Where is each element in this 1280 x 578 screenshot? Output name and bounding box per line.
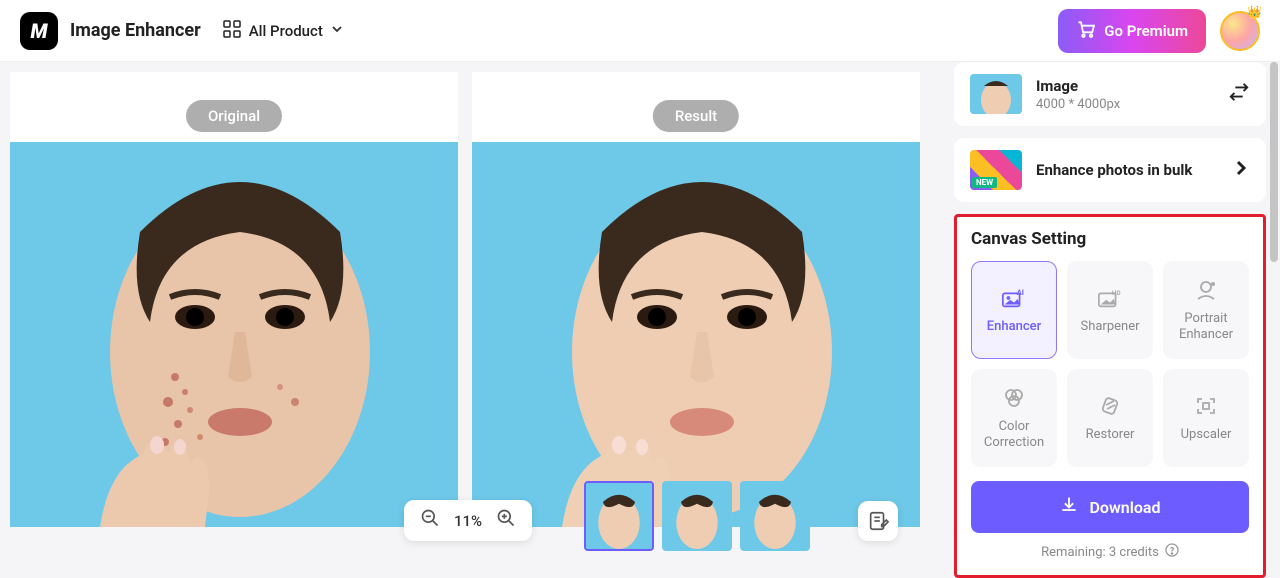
thumbnail-1[interactable] bbox=[584, 481, 654, 551]
tool-label: Restorer bbox=[1086, 427, 1135, 443]
canvas-area: Original bbox=[0, 62, 950, 559]
swap-icon[interactable] bbox=[1228, 81, 1250, 108]
all-product-label: All Product bbox=[249, 22, 323, 40]
tool-label: Upscaler bbox=[1181, 427, 1232, 443]
right-sidebar: Image 4000 * 4000px NEW Enhance photos i… bbox=[950, 62, 1280, 559]
header-left: M Image Enhancer All Product bbox=[20, 12, 343, 50]
tool-portrait-enhancer[interactable]: Portrait Enhancer bbox=[1163, 261, 1249, 359]
sharpener-icon: HD bbox=[1097, 287, 1123, 309]
zoom-in-button[interactable] bbox=[496, 508, 516, 533]
canvas-setting-panel: Canvas Setting AI Enhancer HD Sharpener … bbox=[954, 214, 1266, 578]
zoom-value: 11% bbox=[454, 512, 482, 530]
thumbnail-2[interactable] bbox=[662, 481, 732, 551]
canvas-setting-title: Canvas Setting bbox=[971, 229, 1249, 249]
crown-icon: 👑 bbox=[1247, 5, 1262, 19]
tool-sharpener[interactable]: HD Sharpener bbox=[1067, 261, 1153, 359]
chevron-right-icon bbox=[1232, 158, 1250, 182]
tool-enhancer[interactable]: AI Enhancer bbox=[971, 261, 1057, 359]
restorer-icon bbox=[1097, 395, 1123, 417]
image-thumbnail bbox=[970, 74, 1022, 114]
enhancer-icon: AI bbox=[1001, 287, 1027, 309]
tool-restorer[interactable]: Restorer bbox=[1067, 369, 1153, 467]
tool-color-correction[interactable]: Color Correction bbox=[971, 369, 1057, 467]
upscaler-icon bbox=[1193, 395, 1219, 417]
cart-icon bbox=[1076, 19, 1096, 43]
tool-label: Enhancer bbox=[987, 319, 1041, 335]
new-badge: NEW bbox=[972, 177, 997, 188]
help-icon[interactable] bbox=[1165, 543, 1179, 561]
image-dimensions: 4000 * 4000px bbox=[1036, 97, 1214, 112]
credits-remaining: Remaining: 3 credits bbox=[971, 543, 1249, 561]
bulk-enhance-card[interactable]: NEW Enhance photos in bulk bbox=[954, 138, 1266, 202]
image-info-card: Image 4000 * 4000px bbox=[954, 62, 1266, 126]
image-title: Image bbox=[1036, 77, 1214, 95]
all-product-dropdown[interactable]: All Product bbox=[223, 20, 343, 42]
go-premium-button[interactable]: Go Premium bbox=[1058, 9, 1206, 53]
color-icon bbox=[1001, 387, 1027, 409]
compare-panels: Original bbox=[10, 72, 950, 527]
app-logo[interactable]: M bbox=[20, 12, 58, 50]
main-area: Original bbox=[0, 62, 1280, 559]
download-button[interactable]: Download bbox=[971, 481, 1249, 533]
tool-label: Portrait Enhancer bbox=[1170, 311, 1242, 342]
bulk-thumbnail: NEW bbox=[970, 150, 1022, 190]
bulk-title: Enhance photos in bulk bbox=[1036, 161, 1218, 179]
result-image bbox=[472, 142, 920, 527]
portrait-icon bbox=[1193, 279, 1219, 301]
tool-label: Sharpener bbox=[1080, 319, 1139, 335]
premium-label: Go Premium bbox=[1104, 22, 1188, 40]
thumbnail-3[interactable] bbox=[740, 481, 810, 551]
result-panel: Result bbox=[472, 72, 920, 527]
user-avatar[interactable]: 👑 bbox=[1220, 11, 1260, 51]
original-label: Original bbox=[186, 100, 282, 132]
original-image bbox=[10, 142, 458, 527]
app-title: Image Enhancer bbox=[70, 20, 201, 41]
zoom-out-button[interactable] bbox=[420, 508, 440, 533]
chevron-down-icon bbox=[331, 23, 343, 38]
header-right: Go Premium 👑 bbox=[1058, 9, 1260, 53]
tool-label: Color Correction bbox=[978, 419, 1050, 450]
annotation-button[interactable] bbox=[858, 501, 898, 541]
original-panel: Original bbox=[10, 72, 458, 527]
grid-icon bbox=[223, 20, 241, 42]
download-icon bbox=[1059, 495, 1079, 519]
credits-text: Remaining: 3 credits bbox=[1041, 545, 1159, 560]
tool-upscaler[interactable]: Upscaler bbox=[1163, 369, 1249, 467]
image-info: Image 4000 * 4000px bbox=[1036, 77, 1214, 112]
app-header: M Image Enhancer All Product Go Premium … bbox=[0, 0, 1280, 62]
thumbnail-strip bbox=[584, 481, 810, 551]
sidebar-scrollbar[interactable] bbox=[1270, 62, 1278, 262]
bulk-info: Enhance photos in bulk bbox=[1036, 161, 1218, 179]
download-label: Download bbox=[1089, 498, 1160, 517]
zoom-control: 11% bbox=[404, 500, 532, 541]
tool-grid: AI Enhancer HD Sharpener Portrait Enhanc… bbox=[971, 261, 1249, 467]
result-label: Result bbox=[653, 100, 739, 132]
